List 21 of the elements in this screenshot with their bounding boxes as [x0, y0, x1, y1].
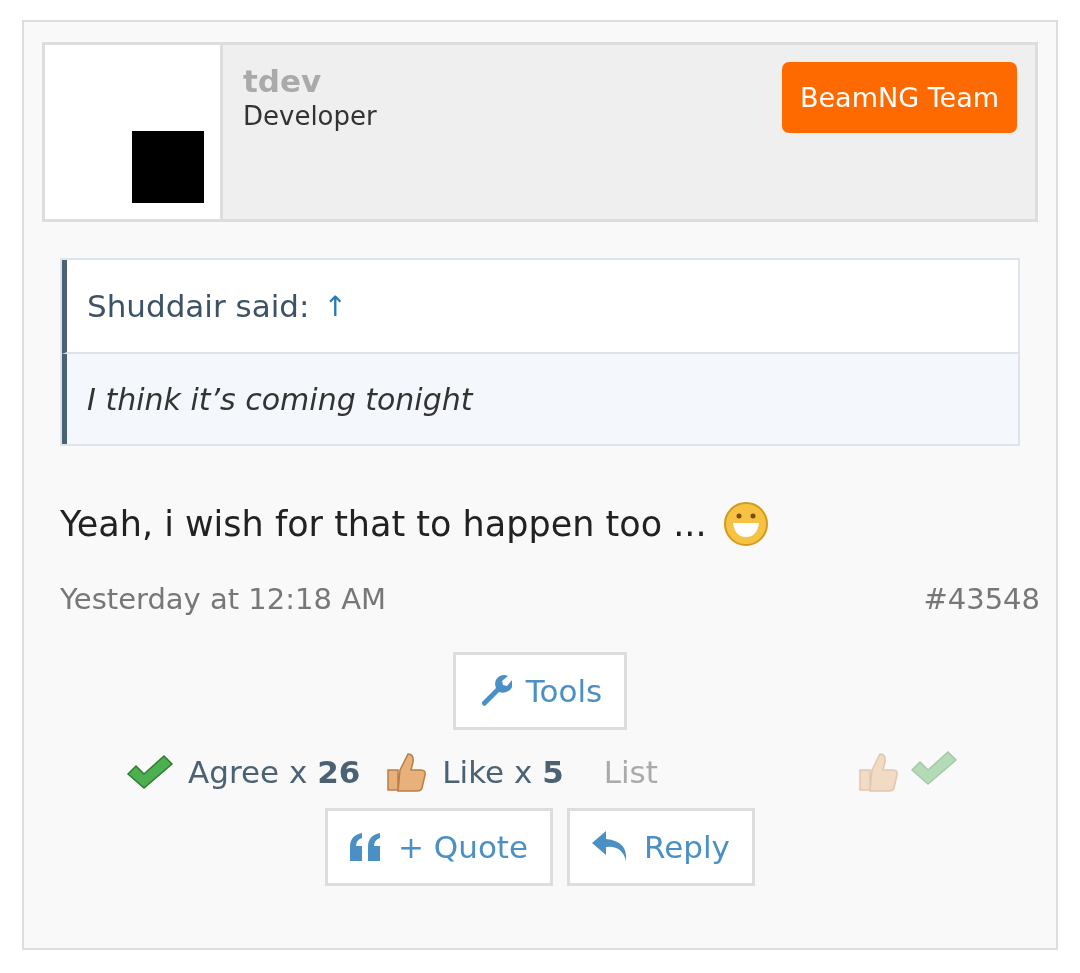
check-icon: [910, 750, 958, 786]
reaction-count[interactable]: Agree x 26: [188, 754, 361, 790]
quote-link[interactable]: ↑: [323, 289, 347, 323]
reply-button[interactable]: Reply: [567, 808, 755, 886]
reaction-count[interactable]: Like x 5: [442, 754, 564, 790]
author-title: Developer: [243, 101, 378, 131]
tools-button[interactable]: Tools: [452, 652, 628, 730]
post-date[interactable]: Yesterday at 12:18 AM: [60, 582, 386, 616]
quote-button[interactable]: + Quote: [325, 808, 554, 886]
thumbs-up-icon: [856, 750, 900, 794]
avatar-square: [132, 131, 204, 203]
post-number[interactable]: #43548: [923, 582, 1040, 616]
list-link[interactable]: List: [603, 754, 658, 790]
quote-attribution: Shuddair said:: [87, 288, 310, 324]
grin-smiley-icon: [722, 501, 769, 547]
message-text: Yeah, i wish for that to happen too ...: [60, 504, 707, 544]
check-icon: [126, 754, 174, 790]
like-button[interactable]: [856, 750, 900, 794]
thumbs-up-icon: [384, 750, 429, 794]
team-badge: BeamNG Team: [781, 62, 1017, 133]
quote-text: I think it’s coming tonight: [87, 381, 473, 417]
